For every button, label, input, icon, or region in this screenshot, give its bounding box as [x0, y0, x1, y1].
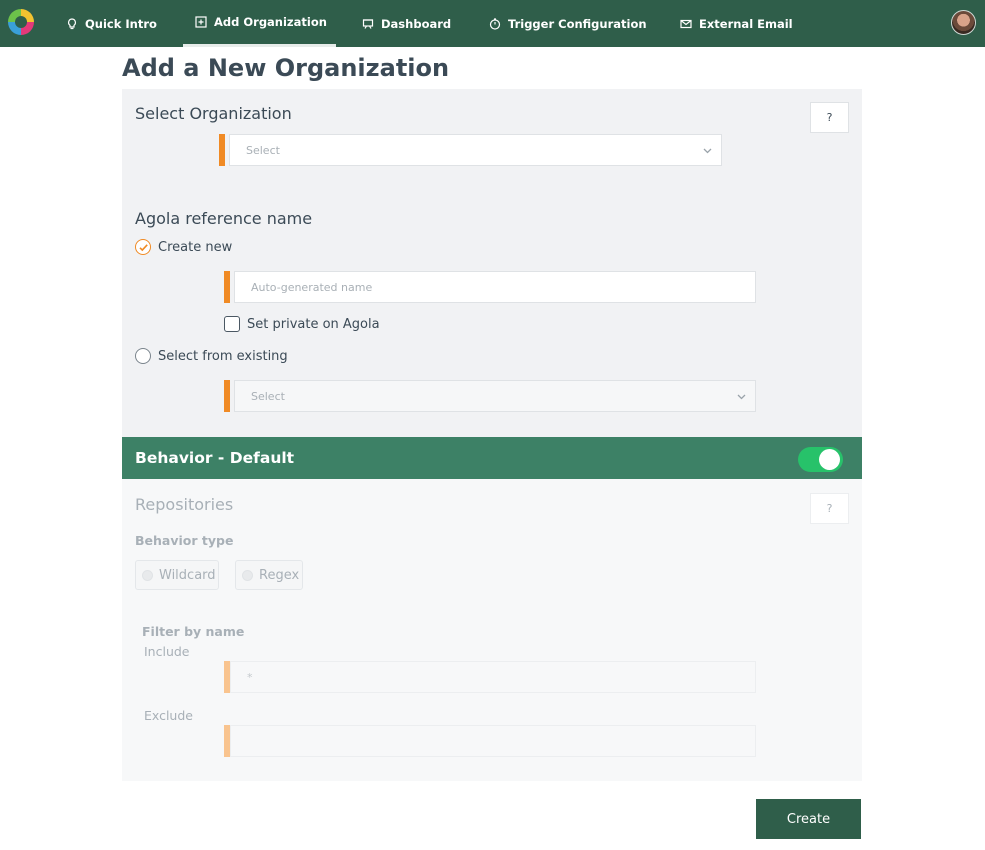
plus-square-icon — [195, 16, 207, 28]
behavior-toggle[interactable] — [798, 447, 843, 472]
filter-by-name-label: Filter by name — [142, 624, 245, 639]
required-accent — [224, 271, 230, 303]
required-accent — [219, 134, 225, 166]
behavior-card: Repositories ? Behavior type Wildcard Re… — [122, 479, 862, 781]
set-private-checkbox[interactable]: Set private on Agola — [224, 316, 380, 332]
top-nav-bar: Quick Intro Add Organization Dashboard T… — [0, 0, 985, 47]
behavior-type-label: Behavior type — [135, 533, 234, 548]
create-new-label: Create new — [158, 239, 233, 255]
exclude-label: Exclude — [144, 708, 193, 723]
repositories-help-button[interactable]: ? — [810, 493, 849, 524]
select-organization-label: Select Organization — [135, 104, 292, 123]
organization-card: Select Organization ? Select Agola refer… — [122, 89, 862, 437]
timer-icon — [489, 17, 501, 30]
chevron-down-icon — [703, 145, 712, 154]
include-input[interactable]: * — [230, 661, 756, 693]
nav-item-label: External Email — [699, 16, 793, 31]
regex-option[interactable]: Regex — [235, 560, 303, 590]
select-existing-radio[interactable]: Select from existing — [135, 348, 288, 364]
regex-label: Regex — [259, 567, 300, 583]
nav-item-add-organization[interactable]: Add Organization — [183, 0, 336, 47]
required-accent — [224, 380, 230, 412]
dashboard-icon — [362, 18, 374, 30]
radio-circle — [142, 569, 153, 581]
user-avatar[interactable] — [951, 10, 976, 35]
lightbulb-icon — [66, 17, 78, 30]
behavior-title: Behavior - Default — [135, 449, 295, 467]
wildcard-label: Wildcard — [159, 567, 216, 583]
create-new-radio[interactable]: Create new — [135, 239, 232, 255]
chevron-down-icon — [737, 391, 746, 400]
set-private-label: Set private on Agola — [247, 316, 380, 332]
page-title: Add a New Organization — [122, 54, 450, 82]
app-logo[interactable] — [8, 9, 34, 35]
organization-select[interactable]: Select — [229, 134, 722, 166]
radio-circle — [135, 348, 151, 364]
checkbox-box — [224, 316, 240, 332]
nav-item-label: Dashboard — [381, 16, 452, 31]
agola-name-input[interactable]: Auto-generated name — [234, 271, 756, 303]
nav-item-label: Trigger Configuration — [508, 16, 647, 31]
check-icon — [135, 239, 151, 255]
existing-agola-select-value: Select — [251, 389, 285, 403]
nav-item-label: Quick Intro — [85, 16, 157, 31]
nav-item-quick-intro[interactable]: Quick Intro — [66, 0, 157, 47]
create-button[interactable]: Create — [756, 799, 861, 839]
behavior-header: Behavior - Default — [122, 437, 862, 479]
envelope-icon — [680, 18, 692, 30]
radio-circle — [242, 569, 253, 581]
select-existing-label: Select from existing — [158, 348, 288, 364]
organization-help-button[interactable]: ? — [810, 102, 849, 133]
nav-item-dashboard[interactable]: Dashboard — [362, 0, 451, 47]
agola-name-placeholder: Auto-generated name — [251, 280, 373, 294]
repositories-label: Repositories — [135, 495, 234, 514]
existing-agola-select[interactable]: Select — [234, 380, 756, 412]
nav-item-label: Add Organization — [214, 15, 327, 29]
nav-item-external-email[interactable]: External Email — [680, 0, 793, 47]
include-value: * — [247, 670, 253, 684]
exclude-input[interactable] — [230, 725, 756, 757]
include-label: Include — [144, 644, 190, 659]
nav-item-trigger-configuration[interactable]: Trigger Configuration — [489, 0, 647, 47]
wildcard-option[interactable]: Wildcard — [135, 560, 219, 590]
agola-reference-label: Agola reference name — [135, 209, 313, 228]
organization-select-value: Select — [246, 143, 280, 157]
